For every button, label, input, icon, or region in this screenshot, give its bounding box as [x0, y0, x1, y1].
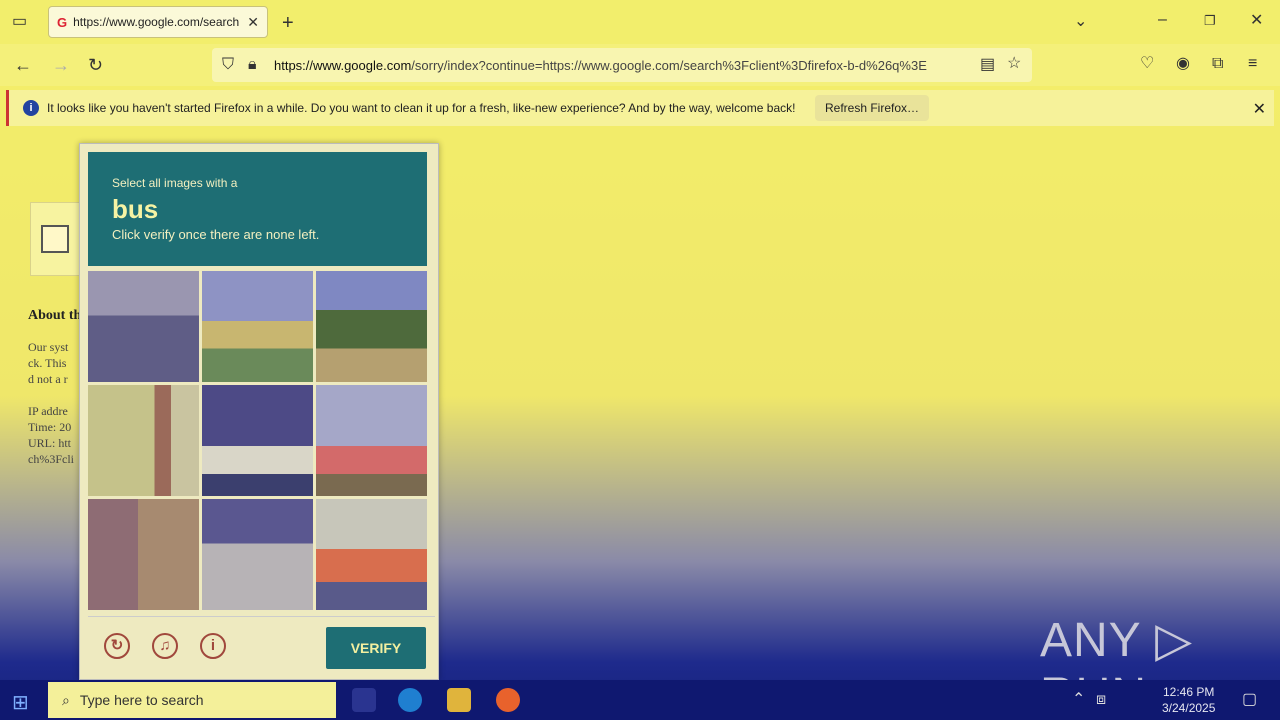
menu-icon[interactable]: ≡: [1248, 56, 1257, 72]
reload-icon[interactable]: ↻: [88, 56, 103, 74]
edge-icon[interactable]: [398, 688, 422, 712]
back-icon[interactable]: ←: [14, 56, 32, 74]
google-favicon-icon: G: [57, 14, 68, 30]
tab-list-icon[interactable]: ▭: [12, 14, 27, 30]
paragraph-line: ck. This: [28, 356, 67, 370]
captcha-tile-building[interactable]: [88, 499, 199, 610]
captcha-tile-palm-trees[interactable]: [316, 271, 427, 382]
captcha-challenge: Select all images with a bus Click verif…: [79, 143, 439, 680]
captcha-tile-road[interactable]: [88, 271, 199, 382]
ip-address-line: IP addre: [28, 404, 68, 418]
taskbar-search[interactable]: ⌕ Type here to search: [48, 682, 336, 718]
captcha-instruction: Select all images with a: [112, 176, 238, 190]
close-tab-icon[interactable]: ✕: [247, 14, 259, 31]
captcha-footer: ↻ ♫ i VERIFY: [88, 616, 435, 676]
tab-title: https://www.google.com/search: [73, 15, 240, 29]
restore-icon[interactable]: ❐: [1204, 14, 1216, 27]
paragraph-line: Our syst: [28, 340, 69, 354]
windows-start-icon[interactable]: ⊞: [12, 690, 29, 715]
pocket-icon[interactable]: ♡: [1140, 56, 1154, 72]
taskbar: ⊞ ⌕ Type here to search ⌃ ⧈ 12:46 PM 3/2…: [0, 680, 1280, 720]
firefox-icon[interactable]: [496, 688, 520, 712]
captcha-tile-house-car[interactable]: [202, 271, 313, 382]
shield-icon[interactable]: ⛉: [222, 57, 234, 73]
captcha-image-grid: [88, 271, 427, 610]
tab-overflow-chevron-icon[interactable]: ⌄: [1074, 14, 1087, 30]
close-notification-icon[interactable]: ✕: [1253, 99, 1266, 119]
extensions-icon[interactable]: ⧉: [1212, 56, 1223, 72]
tab-bar: ▭ G https://www.google.com/search ✕ + ⌄ …: [0, 0, 1280, 44]
taskbar-search-placeholder: Type here to search: [79, 692, 204, 708]
notification-message: It looks like you haven't started Firefo…: [47, 101, 796, 115]
recaptcha-checkbox-frame: [30, 202, 82, 276]
captcha-tile-street[interactable]: [202, 499, 313, 610]
nav-bar: ← → ↻ ⛉ 🔒︎ https://www.google.com/sorry/…: [0, 44, 1280, 86]
captcha-tile-school-bus-2[interactable]: [316, 499, 427, 610]
reader-icon[interactable]: ▤: [980, 57, 995, 73]
audio-challenge-icon[interactable]: ♫: [152, 633, 178, 659]
captcha-tile-school-bus[interactable]: [316, 385, 427, 496]
close-window-icon[interactable]: ✕: [1250, 13, 1263, 29]
captcha-target: bus: [112, 194, 159, 224]
paragraph-line: d not a r: [28, 372, 68, 386]
captcha-tile-chimney-house[interactable]: [88, 385, 199, 496]
forward-icon[interactable]: →: [52, 56, 70, 74]
captcha-header: Select all images with a bus Click verif…: [88, 152, 427, 266]
refresh-firefox-button[interactable]: Refresh Firefox…: [815, 95, 930, 121]
clock-time: 12:46 PM: [1163, 685, 1215, 699]
url-line: URL: htt: [28, 436, 72, 450]
url-domain: https://www.google.com: [274, 57, 412, 73]
browser-tab[interactable]: G https://www.google.com/search ✕: [48, 6, 268, 38]
url-bar[interactable]: ⛉ 🔒︎ https://www.google.com/sorry/index?…: [212, 48, 1032, 82]
about-heading: About th: [28, 308, 82, 323]
info-icon[interactable]: i: [200, 633, 226, 659]
file-explorer-icon[interactable]: [447, 688, 471, 712]
captcha-tile-bus-tree[interactable]: [202, 385, 313, 496]
reload-challenge-icon[interactable]: ↻: [104, 633, 130, 659]
notification-bar: i It looks like you haven't started Fire…: [6, 90, 1274, 126]
task-view-icon[interactable]: [352, 688, 376, 712]
search-icon: ⌕: [62, 691, 70, 708]
url-path: /sorry/index?continue=https://www.google…: [411, 57, 927, 73]
verify-button[interactable]: VERIFY: [326, 627, 426, 669]
bookmark-star-icon[interactable]: ☆: [1007, 56, 1021, 72]
tray-chevron-icon[interactable]: ⌃: [1072, 692, 1085, 708]
clock[interactable]: 12:46 PM 3/24/2025: [1162, 684, 1215, 716]
captcha-subtext: Click verify once there are none left.: [112, 227, 320, 242]
info-icon: i: [23, 100, 39, 116]
minimize-icon[interactable]: –: [1158, 12, 1167, 28]
url-continuation-line: ch%3Fcli: [28, 452, 74, 466]
clock-date: 3/24/2025: [1162, 701, 1216, 715]
new-tab-icon[interactable]: +: [282, 13, 294, 33]
notifications-icon[interactable]: ▢: [1242, 692, 1257, 708]
account-icon[interactable]: ◉: [1176, 56, 1190, 72]
recaptcha-checkbox[interactable]: [41, 225, 69, 253]
time-line: Time: 20: [28, 420, 72, 434]
lock-icon[interactable]: 🔒︎: [248, 57, 257, 73]
network-icon[interactable]: ⧈: [1096, 692, 1106, 708]
